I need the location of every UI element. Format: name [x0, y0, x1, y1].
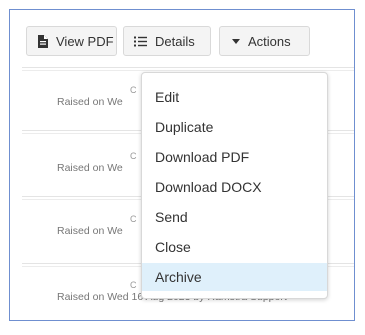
actions-button[interactable]: Actions: [219, 26, 310, 56]
view-pdf-button[interactable]: View PDF: [26, 26, 117, 56]
row-raised-text: Raised on We: [57, 96, 123, 108]
menu-item-download-docx[interactable]: Download DOCX: [142, 173, 327, 201]
row-top-fragment: C: [130, 214, 137, 224]
document-icon: [38, 34, 48, 48]
caret-down-icon: [232, 38, 240, 44]
row-top-fragment: C: [130, 85, 137, 95]
menu-item-download-pdf[interactable]: Download PDF: [142, 143, 327, 171]
menu-item-archive[interactable]: Archive: [142, 263, 327, 291]
row-divider: [22, 67, 354, 71]
list-icon: [134, 36, 147, 47]
view-pdf-label: View PDF: [56, 33, 114, 49]
row-top-fragment: C: [130, 280, 137, 290]
row-raised-text: Raised on We: [57, 162, 123, 174]
menu-item-send[interactable]: Send: [142, 203, 327, 231]
actions-dropdown-menu: Edit Duplicate Download PDF Download DOC…: [141, 72, 328, 299]
menu-item-edit[interactable]: Edit: [142, 83, 327, 111]
row-top-fragment: C: [130, 151, 137, 161]
details-button[interactable]: Details: [123, 26, 211, 56]
actions-label: Actions: [248, 33, 291, 49]
details-label: Details: [155, 33, 195, 49]
menu-item-close[interactable]: Close: [142, 233, 327, 261]
window-frame: View PDF Details Actions C Raised on We …: [9, 9, 355, 321]
row-raised-text: Raised on We: [57, 225, 123, 237]
menu-item-duplicate[interactable]: Duplicate: [142, 113, 327, 141]
